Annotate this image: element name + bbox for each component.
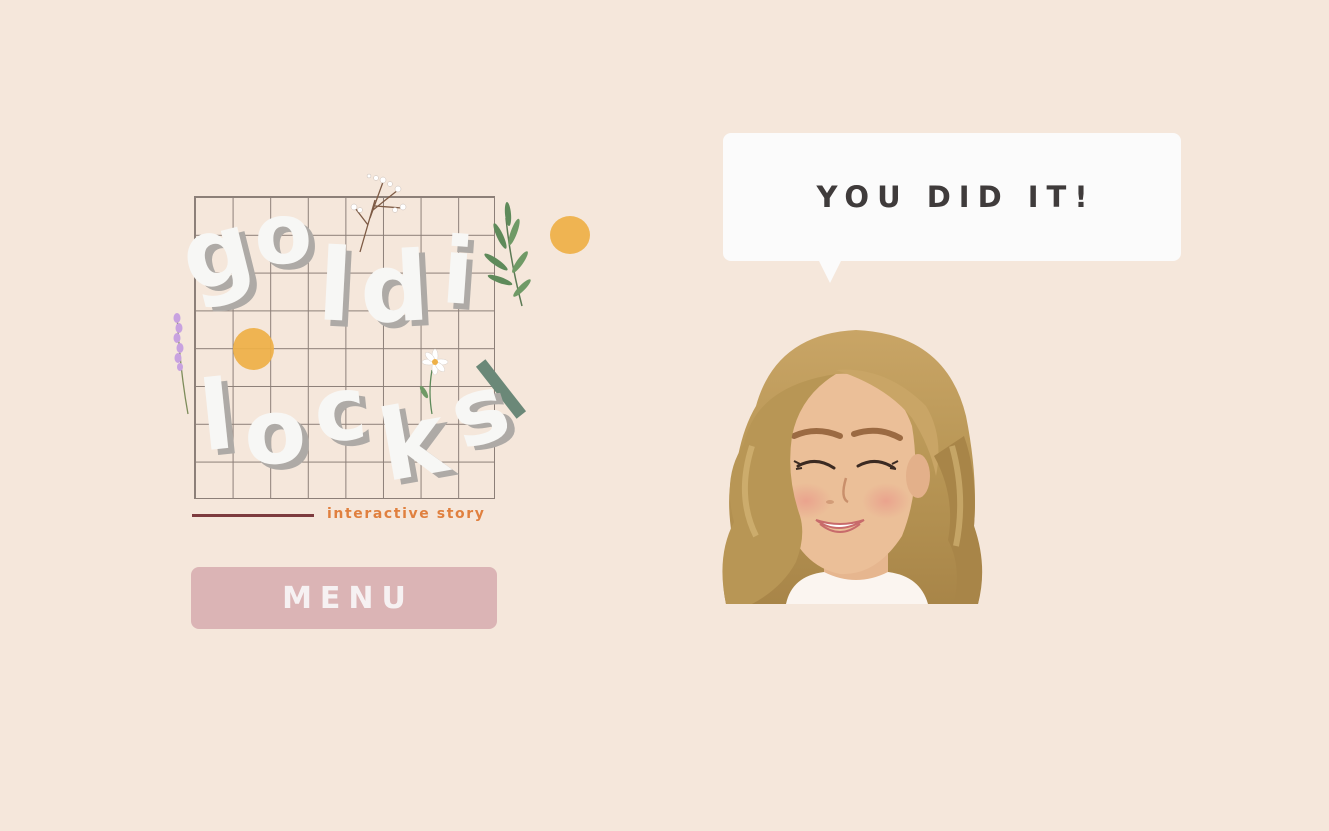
- goldilocks-logo: g o l d i l o c k s interactive story: [169, 170, 610, 535]
- tagline: interactive story: [327, 506, 486, 522]
- logo-letter: o: [250, 183, 316, 285]
- speech-bubble-tail: [818, 259, 842, 283]
- logo-letter: o: [240, 377, 310, 488]
- logo-letter: c: [308, 355, 372, 464]
- speech-bubble: YOU DID IT!: [723, 133, 1181, 261]
- logo-letter: d: [357, 230, 432, 346]
- logo-letter: i: [438, 217, 478, 326]
- goldilocks-avatar-icon: [716, 326, 996, 611]
- tagline-rule: [192, 514, 314, 517]
- menu-button[interactable]: MENU: [191, 567, 497, 629]
- speech-bubble-text: YOU DID IT!: [816, 180, 1096, 214]
- logo-letter: l: [314, 226, 356, 345]
